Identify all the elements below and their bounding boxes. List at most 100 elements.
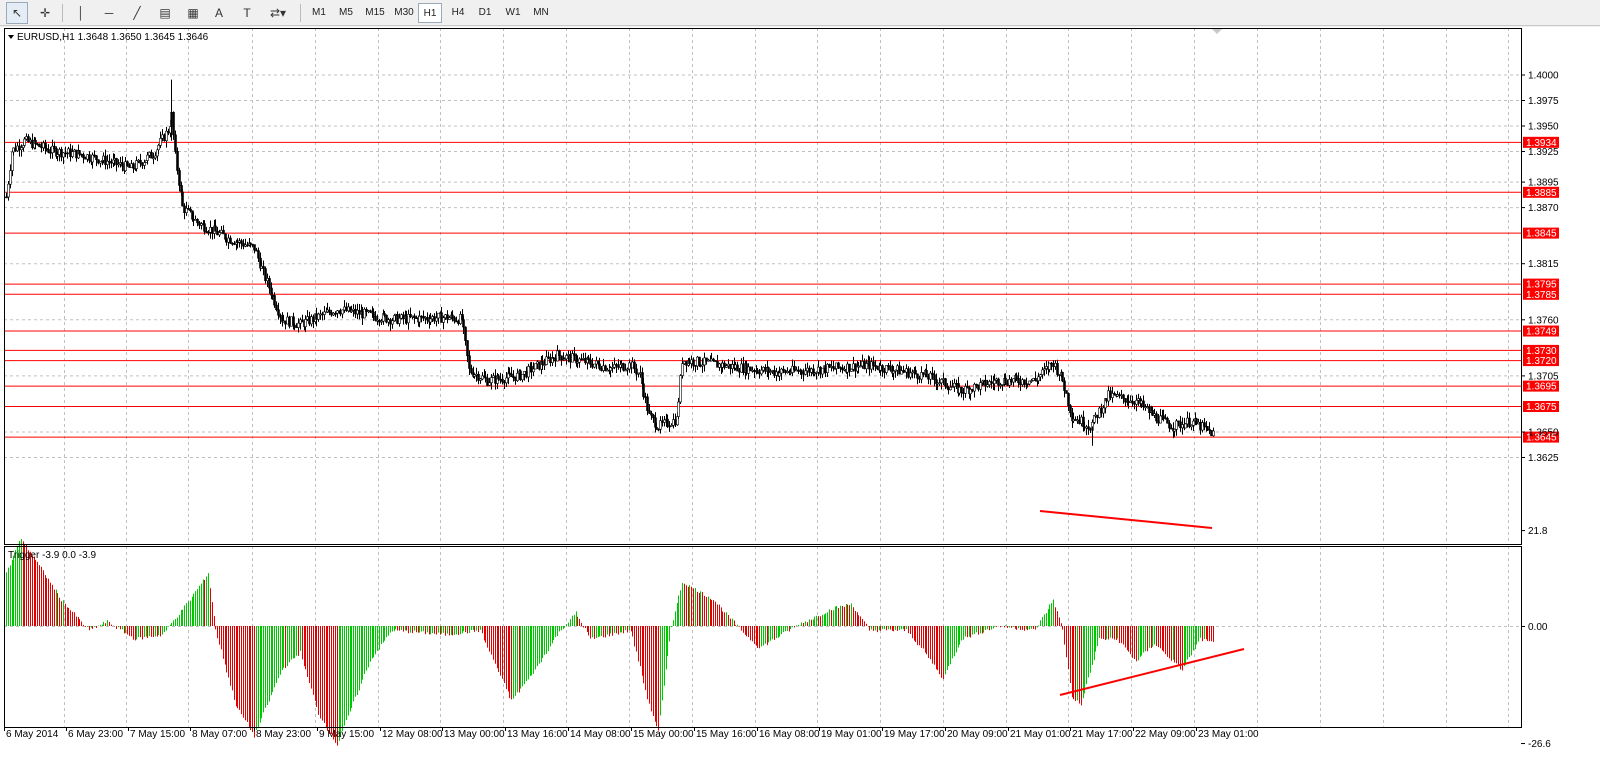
time-label: 15 May 00:00 [633,729,694,740]
candle-body [99,160,102,164]
candle-body [297,322,300,328]
price-tick-label: 1.3815 [1528,259,1559,270]
shift-marker-icon[interactable] [1212,29,1222,34]
candle-body [1122,394,1125,399]
candle-body [1140,400,1143,404]
crosshair-icon[interactable]: ✛ [34,2,56,24]
candle-body [157,145,160,151]
candle-body [148,152,151,156]
text-label-icon[interactable]: T [236,2,258,24]
candle-body [233,243,236,245]
level-price-label: 1.3695 [1526,382,1557,393]
candle-body [189,208,192,212]
candle-body [876,365,879,370]
text-icon[interactable]: A [208,2,230,24]
candle-body [328,309,331,313]
candle-body [462,319,465,328]
candle-body [216,230,219,236]
candle-body [205,231,208,233]
level-price-label: 1.3934 [1526,138,1557,149]
candle-body [75,149,78,159]
horizontal-line-icon[interactable]: ─ [98,2,120,24]
price-tick-label: 1.3625 [1528,453,1559,464]
equidistant-channel-icon[interactable]: ▤ [154,2,176,24]
indicator-tick-label: 0.00 [1528,622,1548,633]
candle-body [244,244,247,247]
candle-body [178,170,181,186]
candle-body [1043,368,1046,371]
candle-body [34,139,37,145]
candle-body [1023,379,1026,385]
timeframe-w1-button[interactable]: W1 [501,3,525,23]
trend-line-icon[interactable]: ╱ [126,2,148,24]
candle-body [211,227,214,234]
candle-body [850,368,853,372]
candle-body [86,154,89,160]
candle-body [176,151,179,171]
candle-body [115,158,118,165]
candle-body [944,378,947,387]
cursor-arrow-icon[interactable]: ↖ [6,2,28,24]
timeframe-m30-button[interactable]: M30 [390,3,418,23]
candle-body [505,377,508,384]
chart-canvas[interactable]: 6 May 2014 6 May 23:00 7 May 15:00 8 May 07… [0,27,1600,758]
candle-body [1017,377,1020,384]
chart-header-dropdown-icon[interactable] [8,35,14,39]
candle-body [1087,426,1090,430]
candle-body [1107,390,1110,402]
candle-body [1188,417,1191,428]
candle-body [622,363,625,371]
candle-body [132,163,135,169]
candle-body [106,160,109,165]
candle-body [435,317,438,322]
candle-body [277,309,280,316]
candle-body [196,219,199,224]
candle-body [78,150,81,155]
candle-body [1181,424,1184,429]
candle-body [163,134,166,141]
candle-body [9,170,12,185]
vertical-line-icon[interactable]: │ [70,2,92,24]
candle-body [279,314,282,318]
timeframe-m5-button[interactable]: M5 [334,3,358,23]
candle-body [1078,419,1081,424]
candle-body [1118,394,1121,396]
candle-body [1159,415,1162,424]
candle-body [1137,398,1140,401]
timeframe-h1-button[interactable]: H1 [418,3,442,23]
candle-body [1026,383,1029,386]
time-label: 19 May 17:00 [884,729,945,740]
timeframe-d1-button[interactable]: D1 [473,3,497,23]
candle-body [541,361,544,365]
indicator-trend-line[interactable] [1059,648,1245,696]
candle-body [71,151,74,157]
candle-body [1083,426,1086,429]
arrows-icon[interactable]: ⇄▾ [264,2,292,24]
candle-body [23,138,26,146]
fibonacci-icon[interactable]: ▦ [182,2,204,24]
timeframe-h4-button[interactable]: H4 [446,3,470,23]
candle-body [933,374,936,380]
timeframe-m1-button[interactable]: M1 [307,3,331,23]
candle-body [604,365,607,371]
timeframe-mn-button[interactable]: MN [529,3,553,23]
candle-body [1131,400,1134,404]
candle-body [681,363,684,376]
candle-body [93,154,96,157]
candle-body [960,386,963,393]
candle-body [1076,419,1079,422]
grid [4,28,1521,727]
candle-body [804,370,807,375]
candle-body [1105,398,1108,402]
candle-body [488,382,491,386]
toolbar: ↖ ✛ │ ─ ╱ ▤ ▦ A T ⇄▾ M1 M5 M15 M30 H1 H4 D1 W1 MN [0,0,1600,26]
price-tick-label: 1.3975 [1528,96,1559,107]
time-label: 12 May 08:00 [382,729,443,740]
chart-window[interactable]: 6 May 2014 6 May 23:00 7 May 15:00 8 May 07… [0,27,1600,758]
price-trend-line[interactable] [1039,510,1213,529]
timeframe-m15-button[interactable]: M15 [361,3,389,23]
candle-body [940,379,943,384]
candle-body [521,373,524,381]
candle-body [1127,401,1130,403]
candle-body [642,383,645,397]
